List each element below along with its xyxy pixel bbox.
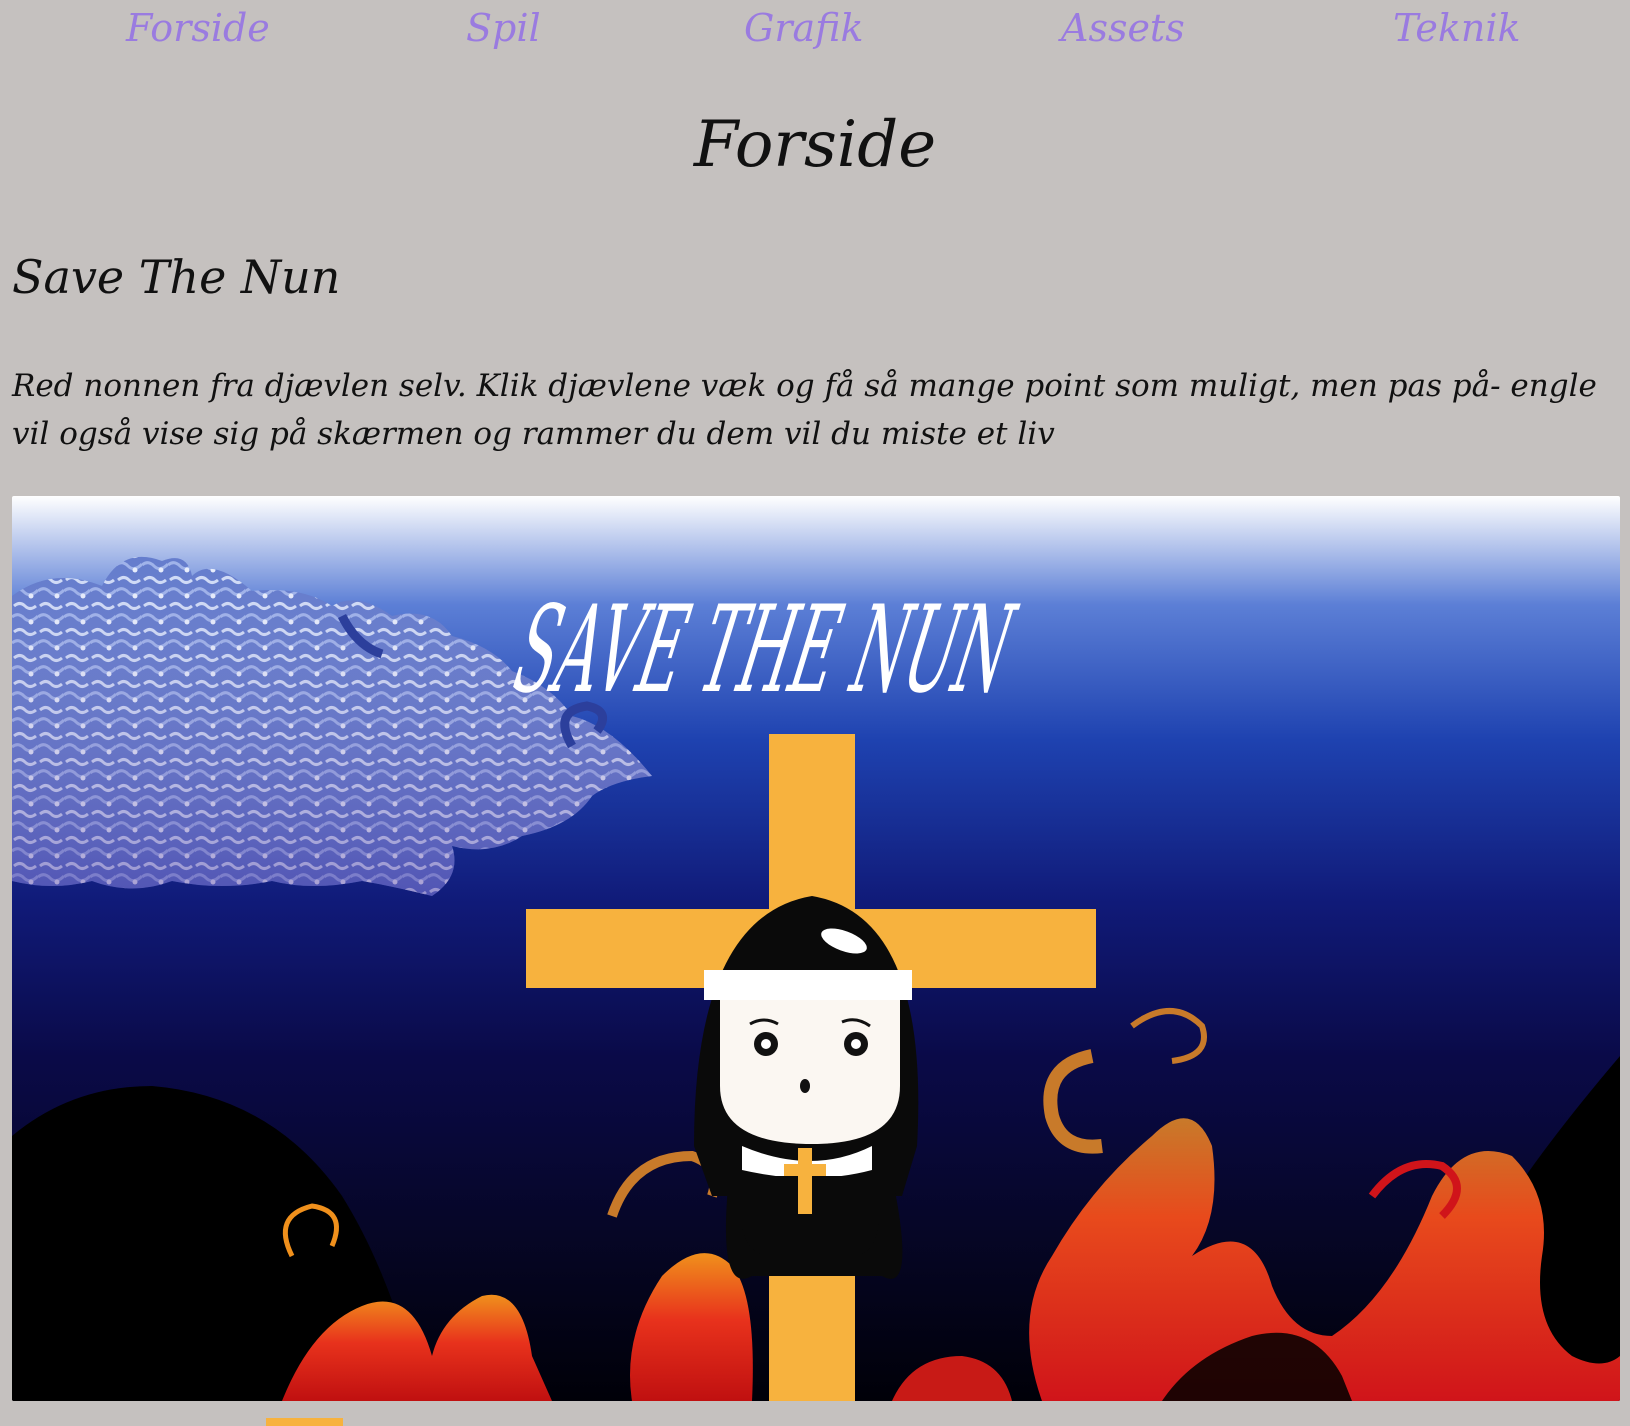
footer-tab[interactable] <box>266 1418 343 1426</box>
banner-illustration: SAVE THE NUN <box>12 496 1620 1401</box>
game-title: Save The Nun <box>12 250 341 304</box>
nav-link-forside[interactable]: Forside <box>126 6 270 50</box>
game-banner-image[interactable]: SAVE THE NUN <box>12 496 1620 1401</box>
page-title: Forside <box>693 108 937 182</box>
main-nav: Forside Spil Grafik Assets Teknik <box>0 0 1630 70</box>
game-description: Red nonnen fra djævlen selv. Klik djævle… <box>12 368 1597 452</box>
nav-link-assets[interactable]: Assets <box>1061 6 1185 50</box>
nav-link-teknik[interactable]: Teknik <box>1393 6 1521 50</box>
nav-link-grafik[interactable]: Grafik <box>744 6 864 50</box>
banner-logo-text: SAVE THE NUN <box>504 579 1026 719</box>
nav-link-spil[interactable]: Spil <box>466 6 541 50</box>
